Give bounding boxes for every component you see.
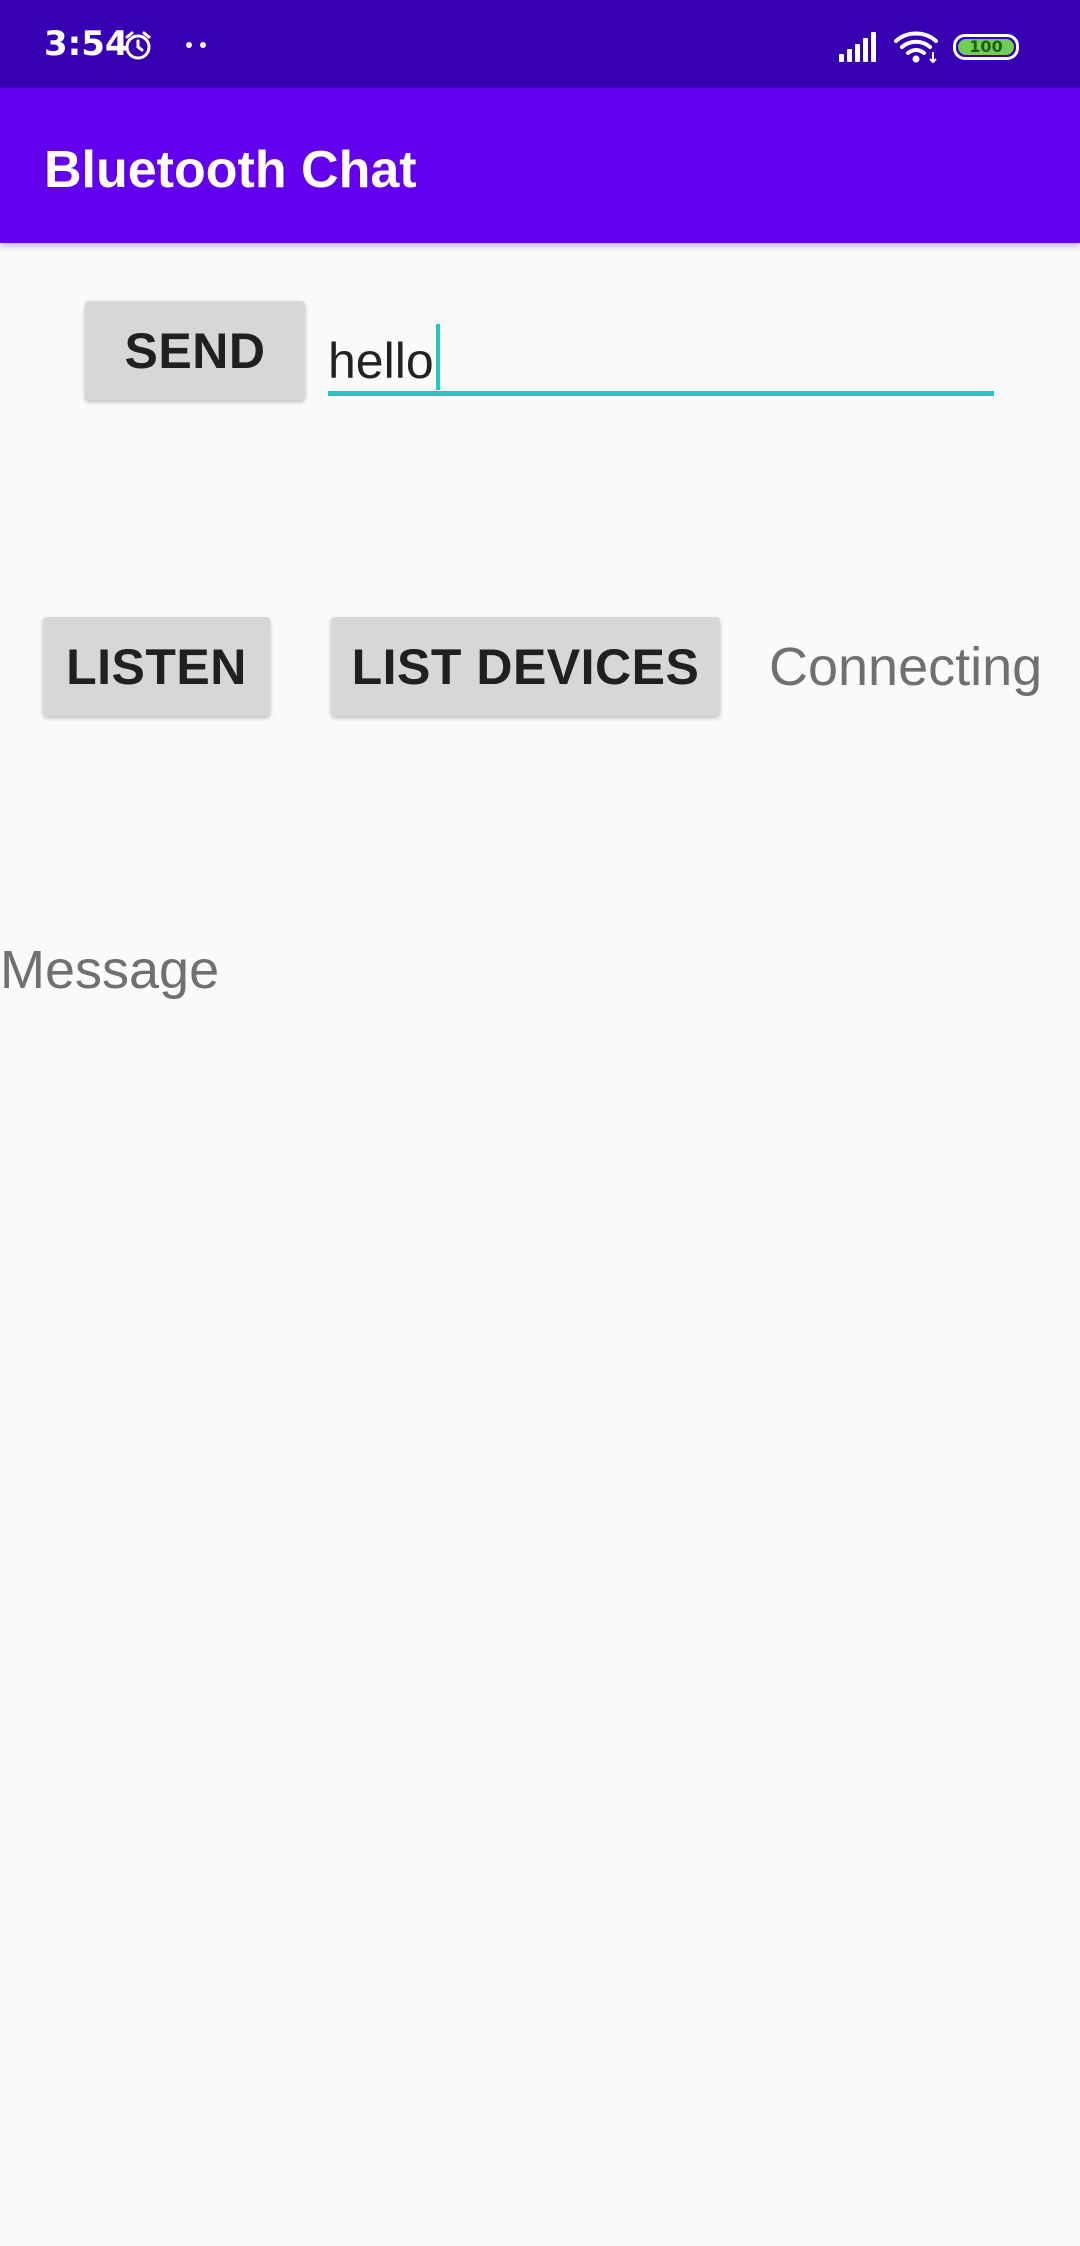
app-title: Bluetooth Chat <box>44 141 417 199</box>
alarm-clock-icon <box>125 31 151 60</box>
message-display: Message <box>0 940 220 1000</box>
more-notifications-icon <box>186 42 210 50</box>
battery-icon: 100 <box>953 34 1019 60</box>
cell-signal-icon <box>839 32 876 62</box>
list-devices-button[interactable]: LIST DEVICES <box>331 617 720 716</box>
message-input-field[interactable]: hello <box>328 312 994 396</box>
send-button[interactable]: SEND <box>85 301 305 400</box>
status-time: 3:54 <box>44 24 129 64</box>
message-input-text[interactable]: hello <box>328 324 440 391</box>
listen-button[interactable]: LISTEN <box>43 617 270 716</box>
text-cursor <box>435 324 440 390</box>
battery-level: 100 <box>958 39 1014 55</box>
wifi-icon <box>894 31 938 64</box>
connection-status: Connecting <box>769 637 1043 697</box>
app-bar: Bluetooth Chat <box>0 88 1080 243</box>
message-input-value: hello <box>328 333 434 389</box>
status-bar: 3:54 100 <box>0 0 1080 88</box>
